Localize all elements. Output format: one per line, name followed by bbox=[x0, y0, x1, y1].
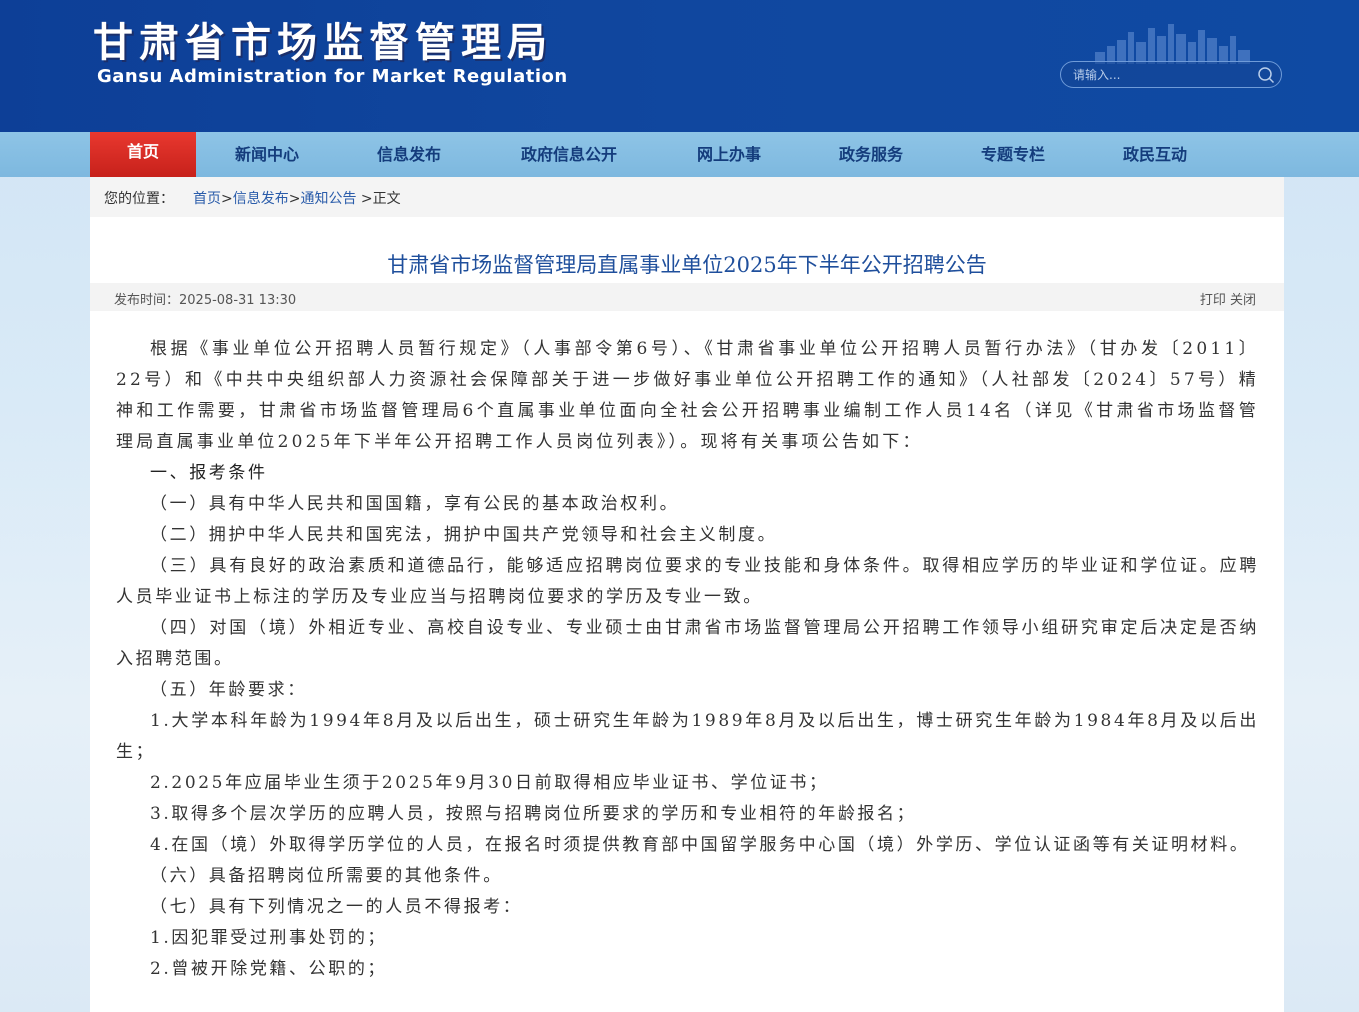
article-paragraph: 根据《事业单位公开招聘人员暂行规定》（人事部令第6号）、《甘肃省事业单位公开招聘… bbox=[116, 339, 1259, 452]
article-title: 甘肃省市场监督管理局直属事业单位2025年下半年公开招聘公告 bbox=[387, 253, 987, 277]
main-nav: 首页 新闻中心 信息发布 政府信息公开 网上办事 政务服务 专题专栏 政民互动 bbox=[0, 132, 1359, 177]
breadcrumb-separator: > bbox=[221, 191, 233, 207]
article-paragraph: （三）具有良好的政治素质和道德品行，能够适应招聘岗位要求的专业技能和身体条件。取… bbox=[116, 556, 1259, 607]
article-panel: 甘肃省市场监督管理局直属事业单位2025年下半年公开招聘公告 发布时间：2025… bbox=[90, 217, 1284, 1012]
article-actions: 打印 关闭 bbox=[1200, 289, 1256, 308]
breadcrumb-info-link[interactable]: 信息发布 bbox=[233, 191, 289, 207]
breadcrumb-notice-link[interactable]: 通知公告 bbox=[300, 191, 356, 207]
article-paragraph: 1.大学本科年龄为1994年8月及以后出生，硕士研究生年龄为1989年8月及以后… bbox=[116, 711, 1259, 762]
close-button[interactable]: 关闭 bbox=[1230, 293, 1256, 308]
article-paragraph: （七）具有下列情况之一的人员不得报考： bbox=[150, 897, 523, 917]
article-paragraph: 4.在国（境）外取得学历学位的人员，在报名时须提供教育部中国留学服务中心国（境）… bbox=[150, 835, 1250, 855]
article-paragraph: （二）拥护中华人民共和国宪法，拥护中国共产党领导和社会主义制度。 bbox=[150, 525, 778, 545]
article-paragraph: （六）具备招聘岗位所需要的其他条件。 bbox=[150, 866, 503, 886]
breadcrumb-separator: > bbox=[288, 191, 301, 207]
breadcrumb-label: 您的位置： bbox=[104, 191, 174, 207]
site-logo-title[interactable]: 甘肃省市场监督管理局 bbox=[93, 10, 553, 68]
nav-item-home[interactable]: 首页 bbox=[90, 132, 196, 177]
section-heading: 一、报考条件 bbox=[150, 463, 268, 483]
breadcrumb: 您的位置： 首页>信息发布>通知公告 >正文 bbox=[90, 177, 1284, 217]
article-paragraph: （四）对国（境）外相近专业、高校自设专业、专业硕士由甘肃省市场监督管理局公开招聘… bbox=[116, 618, 1259, 669]
article-paragraph: 2.曾被开除党籍、公职的； bbox=[150, 959, 388, 979]
nav-item-gov-info-open[interactable]: 政府信息公开 bbox=[500, 132, 638, 177]
nav-item-gov-service[interactable]: 政务服务 bbox=[816, 132, 926, 177]
search-icon[interactable] bbox=[1257, 66, 1275, 84]
nav-item-info-release[interactable]: 信息发布 bbox=[354, 132, 464, 177]
site-logo-subtitle[interactable]: Gansu Administration for Market Regulati… bbox=[97, 66, 568, 87]
article-paragraph: 2.2025年应届毕业生须于2025年9月30日前取得相应毕业证书、学位证书； bbox=[150, 773, 829, 793]
search-box bbox=[1060, 61, 1282, 88]
nav-item-special-topics[interactable]: 专题专栏 bbox=[958, 132, 1068, 177]
print-button[interactable]: 打印 bbox=[1200, 293, 1226, 308]
search-input[interactable] bbox=[1073, 65, 1253, 85]
article-paragraph: （一）具有中华人民共和国国籍，享有公民的基本政治权利。 bbox=[150, 494, 680, 514]
breadcrumb-current: >正文 bbox=[360, 191, 401, 207]
nav-item-news[interactable]: 新闻中心 bbox=[212, 132, 322, 177]
article-body: 根据《事业单位公开招聘人员暂行规定》（人事部令第6号）、《甘肃省事业单位公开招聘… bbox=[116, 334, 1259, 985]
city-skyline-icon bbox=[1095, 24, 1250, 64]
site-header: 甘肃省市场监督管理局 Gansu Administration for Mark… bbox=[0, 0, 1359, 132]
publish-time: 发布时间：2025-08-31 13:30 bbox=[114, 293, 297, 308]
nav-item-online-service[interactable]: 网上办事 bbox=[674, 132, 784, 177]
breadcrumb-home-link[interactable]: 首页 bbox=[193, 191, 221, 207]
article-paragraph: 1.因犯罪受过刑事处罚的； bbox=[150, 928, 388, 948]
article-paragraph: （五）年龄要求： bbox=[150, 680, 307, 700]
article-meta-bar: 发布时间：2025-08-31 13:30 打印 关闭 bbox=[90, 283, 1284, 311]
article-paragraph: 3.取得多个层次学历的应聘人员，按照与招聘岗位所要求的学历和专业相符的年龄报名； bbox=[150, 804, 917, 824]
nav-item-interaction[interactable]: 政民互动 bbox=[1100, 132, 1210, 177]
